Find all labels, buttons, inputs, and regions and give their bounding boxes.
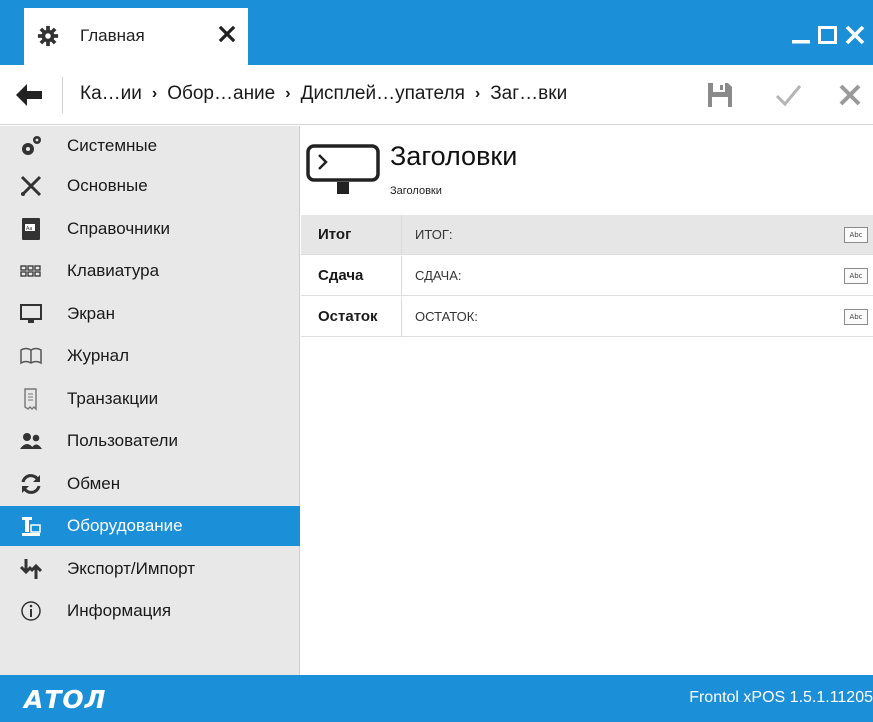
sidebar-item-label: Транзакции — [67, 389, 159, 408]
status-bar: АТОЛ Frontol xPOS 1.5.1.11205 — [0, 675, 873, 722]
close-tab-icon[interactable] — [217, 24, 237, 44]
sidebar-item-label: Журнал — [67, 346, 130, 365]
text-type-icon: Abc — [844, 227, 868, 243]
sidebar-item-transactions[interactable]: Транзакции — [0, 379, 300, 419]
divider — [401, 256, 402, 296]
row-label: Остаток — [318, 308, 378, 325]
minimize-icon[interactable] — [790, 22, 814, 46]
gears-icon — [22, 136, 41, 155]
sidebar-item-label: Справочники — [67, 219, 170, 238]
sidebar-item-information[interactable]: Информация — [0, 591, 300, 631]
sidebar-item-label: Оборудование — [67, 516, 183, 535]
sidebar: Системные Основные Aa Справочники Клавиа… — [0, 126, 300, 675]
chevron-right-icon: › — [285, 85, 291, 102]
sidebar-item-label: Клавиатура — [67, 261, 160, 280]
book-icon: Aa — [22, 218, 40, 240]
gear-icon — [37, 25, 59, 47]
monitor-icon — [20, 304, 42, 323]
import-export-icon — [19, 559, 43, 579]
table-row[interactable]: Сдача СДАЧА: Abc — [301, 256, 873, 296]
sidebar-item-label: Экспорт/Импорт — [67, 559, 196, 578]
breadcrumb-bar: Ка…ии › Обор…ание › Дисплей…упателя › За… — [0, 65, 873, 125]
sidebar-item-label: Пользователи — [67, 431, 178, 450]
receipt-icon — [24, 388, 37, 411]
row-value[interactable]: ОСТАТОК: — [415, 309, 478, 324]
sidebar-item-users[interactable]: Пользователи — [0, 421, 300, 461]
display-icon — [306, 144, 380, 194]
sidebar-item-label: Обмен — [67, 474, 121, 493]
info-icon — [21, 601, 41, 621]
breadcrumb-item[interactable]: Дисплей…упателя — [301, 83, 465, 105]
cancel-icon[interactable] — [834, 79, 866, 111]
chevron-right-icon: › — [151, 85, 158, 102]
row-value[interactable]: СДАЧА: — [415, 268, 462, 283]
sidebar-item-label: Информация — [67, 601, 172, 620]
table-row[interactable]: Итог ИТОГ: Abc — [301, 215, 873, 255]
divider — [401, 215, 402, 255]
sidebar-item-screen[interactable]: Экран — [0, 294, 300, 334]
sidebar-item-keyboard[interactable]: Клавиатура — [0, 251, 300, 291]
tab-main[interactable]: Главная — [24, 8, 248, 65]
save-icon[interactable] — [704, 79, 736, 111]
tab-label: Главная — [80, 26, 145, 45]
checkmark-icon[interactable] — [772, 79, 804, 111]
sync-icon — [21, 474, 41, 494]
sidebar-item-system[interactable]: Системные — [0, 126, 300, 166]
tools-icon — [20, 175, 42, 197]
sidebar-item-journal[interactable]: Журнал — [0, 336, 300, 376]
sidebar-item-export-import[interactable]: Экспорт/Импорт — [0, 549, 300, 589]
row-value[interactable]: ИТОГ: — [415, 227, 452, 242]
keyboard-icon — [20, 265, 41, 277]
users-icon — [20, 433, 42, 449]
maximize-icon[interactable] — [816, 22, 840, 46]
sidebar-item-label: Основные — [67, 176, 148, 195]
page-subtitle: Заголовки — [390, 185, 442, 197]
brand-logo: АТОЛ — [24, 685, 107, 714]
sidebar-item-equipment[interactable]: Оборудование — [0, 506, 300, 546]
chevron-right-icon: › — [474, 85, 481, 102]
version-label: Frontol xPOS 1.5.1.11205 — [689, 689, 873, 706]
journal-icon — [20, 347, 42, 365]
sidebar-item-directories[interactable]: Aa Справочники — [0, 209, 300, 249]
back-arrow-icon[interactable] — [14, 82, 44, 108]
divider — [401, 297, 402, 337]
sidebar-item-label: Системные — [67, 136, 158, 155]
breadcrumb-item[interactable]: Заг…вки — [490, 83, 567, 105]
divider — [62, 77, 63, 113]
sidebar-item-label: Экран — [67, 304, 115, 323]
breadcrumb-item[interactable]: Ка…ии — [80, 83, 142, 105]
equipment-icon — [22, 517, 41, 536]
table-row[interactable]: Остаток ОСТАТОК: Abc — [301, 297, 873, 337]
page-title: Заголовки — [390, 141, 518, 171]
sidebar-item-main[interactable]: Основные — [0, 166, 300, 206]
sidebar-item-exchange[interactable]: Обмен — [0, 464, 300, 504]
breadcrumb: Ка…ии › Обор…ание › Дисплей…упателя › За… — [80, 83, 567, 105]
title-bar: Главная — [0, 0, 873, 65]
content-panel: Заголовки Заголовки Итог ИТОГ: Abc Сдача… — [301, 126, 873, 675]
close-window-icon[interactable] — [843, 22, 867, 46]
row-label: Итог — [318, 226, 352, 243]
breadcrumb-item[interactable]: Обор…ание — [167, 83, 275, 105]
svg-text:Aa: Aa — [26, 226, 32, 232]
row-label: Сдача — [318, 267, 364, 284]
text-type-icon: Abc — [844, 309, 868, 325]
text-type-icon: Abc — [844, 268, 868, 284]
